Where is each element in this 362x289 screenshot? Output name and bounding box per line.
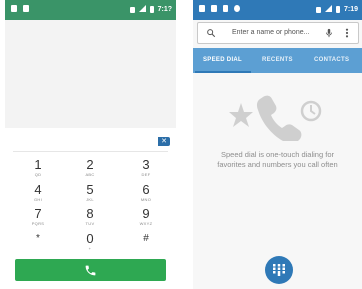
key-digit: 6	[142, 182, 150, 197]
dialpad: ✕ 1 QD 2 ABC 3 DEF 4 GHI 5 JKL 6 MNO 7 P…	[5, 128, 176, 289]
dialpad-icon	[273, 264, 285, 276]
empty-message-line: favorites and numbers you call often	[217, 160, 338, 169]
call-button[interactable]	[15, 259, 166, 281]
key-letters: DEF	[141, 172, 151, 177]
battery-icon	[149, 6, 154, 13]
key-letters: PQRS	[31, 221, 45, 226]
status-time: 7:19	[343, 6, 358, 13]
dialpad-button[interactable]	[265, 256, 293, 284]
signal-icon	[138, 5, 146, 14]
key-4[interactable]: 4 GHI	[18, 183, 58, 202]
status-bar: 7:19	[193, 0, 362, 20]
speed-dial-empty-illustration	[229, 93, 327, 144]
star-icon	[229, 103, 253, 127]
key-digit: 9	[142, 206, 150, 221]
key-digit: 5	[86, 182, 94, 197]
image-icon	[199, 5, 205, 12]
alarm-icon	[129, 6, 135, 13]
search-input[interactable]: Enter a name or phone...	[232, 29, 309, 36]
alarm-icon	[315, 6, 321, 13]
dialed-number-area[interactable]	[5, 20, 176, 128]
key-6[interactable]: 6 MNO	[126, 183, 166, 202]
battery-icon	[335, 6, 340, 13]
sim-icon	[23, 5, 29, 12]
contacts-screen: 7:19 Enter a name or phone... SPEED DIAL…	[193, 0, 362, 289]
location-icon	[234, 5, 240, 12]
more-options-icon[interactable]	[345, 28, 349, 38]
tab-recents[interactable]: RECENTS	[262, 57, 293, 63]
key-digit: 4	[34, 182, 42, 197]
clock-icon	[300, 100, 322, 122]
status-bar: 7:1?	[5, 0, 176, 20]
key-digit: 7	[34, 206, 42, 221]
key-letters: TUV	[85, 221, 95, 226]
key-letters: ABC	[85, 172, 95, 177]
divider	[13, 151, 168, 152]
tab-indicator	[195, 71, 251, 73]
phone-icon	[256, 95, 302, 144]
key-digit: 0	[86, 231, 94, 246]
key-letters: +	[88, 246, 92, 251]
speed-dial-empty-message: Speed dial is one-touch dialing for favo…	[193, 150, 362, 170]
key-digit: 2	[86, 157, 94, 172]
search-bar[interactable]: Enter a name or phone...	[197, 22, 359, 44]
key-digit: #	[143, 233, 149, 244]
tab-speed-dial[interactable]: SPEED DIAL	[203, 57, 242, 63]
sim-icon	[211, 5, 217, 12]
signal-icon	[324, 5, 332, 14]
key-letters: MNO	[140, 197, 152, 202]
tab-bar: SPEED DIAL RECENTS CONTACTS	[193, 48, 362, 73]
key-digit: 8	[86, 206, 94, 221]
key-1[interactable]: 1 QD	[18, 158, 58, 177]
tab-contacts[interactable]: CONTACTS	[314, 57, 349, 63]
key-7[interactable]: 7 PQRS	[18, 207, 58, 226]
key-9[interactable]: 9 WXYZ	[126, 207, 166, 226]
key-5[interactable]: 5 JKL	[70, 183, 110, 202]
lock-icon	[11, 5, 17, 12]
key-letters: WXYZ	[139, 221, 153, 226]
empty-message-line: Speed dial is one-touch dialing for	[221, 150, 334, 159]
key-digit: 1	[34, 157, 42, 172]
status-time: 7:1?	[157, 6, 172, 13]
usb-icon	[223, 5, 228, 12]
key-0[interactable]: 0 +	[70, 232, 110, 251]
phone-icon	[85, 265, 96, 276]
key-letters: JKL	[86, 197, 94, 202]
backspace-icon[interactable]: ✕	[158, 137, 170, 146]
key-digit: 3	[142, 157, 150, 172]
key-letters: GHI	[33, 197, 42, 202]
key-letters: QD	[34, 172, 42, 177]
key-3[interactable]: 3 DEF	[126, 158, 166, 177]
search-icon	[207, 29, 216, 38]
key-hash[interactable]: #	[126, 232, 166, 246]
key-8[interactable]: 8 TUV	[70, 207, 110, 226]
key-star[interactable]: *	[18, 232, 58, 246]
key-2[interactable]: 2 ABC	[70, 158, 110, 177]
key-digit: *	[36, 233, 40, 244]
dialer-screen: 7:1? ✕ 1 QD 2 ABC 3 DEF 4 GHI 5 JKL 6 MN…	[5, 0, 176, 289]
microphone-icon[interactable]	[325, 28, 333, 38]
